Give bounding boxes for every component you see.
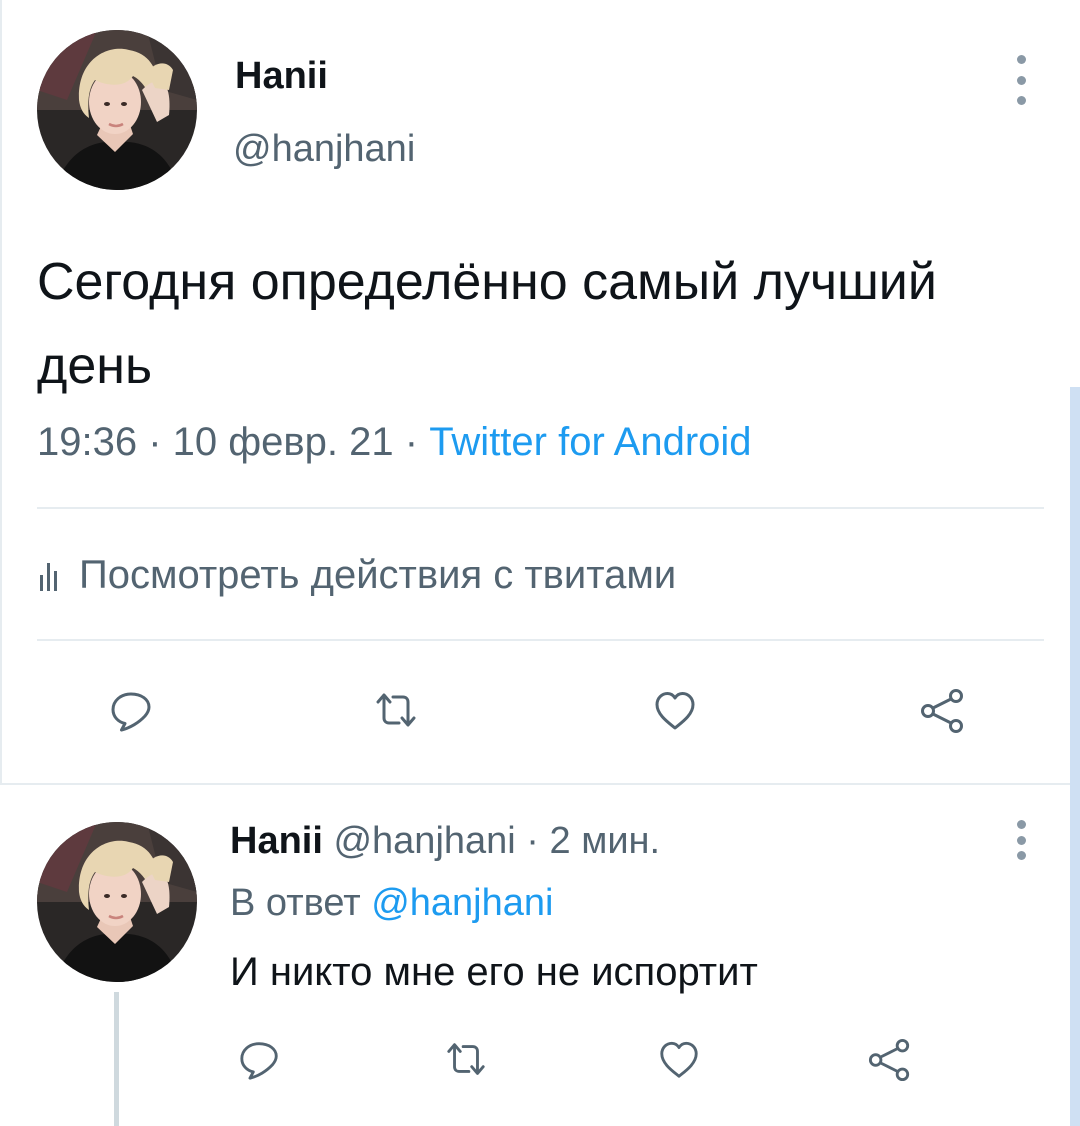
reply-mention-link[interactable]: @hanjhani <box>371 882 553 924</box>
tweet-source-link[interactable]: Twitter for Android <box>429 420 751 464</box>
reply-header: Hanii @hanjhani · 2 мин. <box>230 820 661 862</box>
reply-more-options-icon[interactable] <box>1009 820 1033 860</box>
tweet-date: 10 февр. 21 <box>172 420 394 464</box>
more-options-icon[interactable] <box>1009 55 1033 105</box>
share-icon <box>921 689 963 733</box>
divider <box>0 783 1070 785</box>
share-button[interactable] <box>920 688 966 734</box>
author-name[interactable]: Hanii <box>235 55 328 98</box>
reply-time: 2 мин. <box>549 820 661 862</box>
divider <box>37 507 1044 509</box>
reply-author-name[interactable]: Hanii <box>230 820 323 862</box>
reply-icon <box>240 1042 278 1080</box>
reply-retweet-button[interactable] <box>444 1038 488 1082</box>
tweet-meta: 19:36 · 10 февр. 21 · Twitter for Androi… <box>37 420 752 464</box>
retweet-button[interactable] <box>373 688 419 734</box>
tweet-activity-label: Посмотреть действия с твитами <box>79 553 677 597</box>
retweet-icon <box>447 1043 485 1075</box>
like-icon <box>660 1041 698 1078</box>
like-icon <box>655 692 695 730</box>
tweet-text: Сегодня определённо самый лучший день <box>37 253 937 395</box>
avatar-image <box>37 30 197 190</box>
avatar[interactable] <box>37 30 197 190</box>
reply-button[interactable] <box>109 688 155 734</box>
divider <box>37 639 1044 641</box>
reply-avatar[interactable] <box>37 822 197 982</box>
tweet-activity-link[interactable]: Посмотреть действия с твитами <box>40 553 676 598</box>
avatar-image <box>37 822 197 982</box>
reply-icon <box>111 692 151 732</box>
reply-text: И никто мне его не испортит <box>230 950 758 994</box>
reply-like-button[interactable] <box>657 1038 701 1082</box>
author-handle[interactable]: @hanjhani <box>233 128 415 171</box>
replying-to: В ответ @hanjhani <box>230 882 554 924</box>
reply-share-button[interactable] <box>868 1038 912 1082</box>
share-icon <box>868 1038 910 1082</box>
tweet-time: 19:36 <box>37 420 138 464</box>
scrollbar[interactable] <box>1070 387 1080 1126</box>
reply-author-handle[interactable]: @hanjhani <box>333 820 515 862</box>
like-button[interactable] <box>652 688 698 734</box>
retweet-icon <box>376 693 416 727</box>
thread-line <box>114 992 119 1126</box>
reply-reply-button[interactable] <box>238 1038 282 1082</box>
left-border <box>0 0 2 783</box>
activity-bars-icon <box>40 561 57 591</box>
